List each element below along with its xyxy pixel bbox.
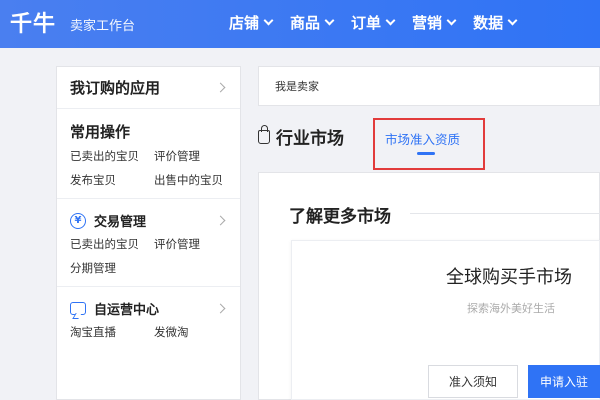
chat-bubble-icon: [70, 302, 86, 315]
section-divider: [410, 213, 600, 214]
apply-join-button[interactable]: 申请入驻: [528, 365, 600, 398]
app-subtitle: 卖家工作台: [70, 19, 136, 34]
shopping-bag-icon: [258, 124, 270, 144]
sidebar: 我订购的应用 常用操作 已卖出的宝贝 评价管理 发布宝贝 出售中的宝贝 ¥ 交易…: [56, 66, 241, 400]
chevron-right-icon: [215, 82, 226, 93]
sidebar-subscribed-apps[interactable]: 我订购的应用: [57, 67, 240, 109]
yen-circle-icon: ¥: [70, 212, 86, 229]
link-publish-item[interactable]: 发布宝贝: [70, 172, 154, 188]
market-subtitle: 探索海外美好生活: [467, 302, 555, 315]
app-logo[interactable]: 千牛: [10, 6, 56, 38]
trade-management-title[interactable]: ¥ 交易管理: [70, 211, 227, 230]
self-ops-title[interactable]: 自运营中心: [70, 299, 227, 318]
chevron-right-icon: [215, 303, 226, 314]
self-ops-section: 自运营中心 淘宝直播 发微淘: [57, 287, 240, 350]
trade-management-section: ¥ 交易管理 已卖出的宝贝 评价管理 分期管理: [57, 199, 240, 287]
nav-item-data[interactable]: 数据: [473, 12, 518, 33]
main-nav: 店铺 商品 订单 营销 数据: [229, 12, 518, 33]
link-installment-management[interactable]: 分期管理: [70, 260, 154, 276]
section-title: 了解更多市场: [289, 207, 391, 227]
common-operations-section: 常用操作 已卖出的宝贝 评价管理 发布宝贝 出售中的宝贝: [57, 109, 240, 199]
chevron-down-icon: [263, 15, 274, 26]
active-tab-indicator: [417, 152, 435, 155]
link-review-management-2[interactable]: 评价管理: [154, 236, 238, 252]
link-sold-items-2[interactable]: 已卖出的宝贝: [70, 236, 154, 252]
top-navigation-bar: 千牛 卖家工作台 店铺 商品 订单 营销 数据: [0, 0, 600, 48]
link-sold-items[interactable]: 已卖出的宝贝: [70, 148, 154, 164]
breadcrumb: 我是卖家: [258, 66, 600, 106]
link-post-weitao[interactable]: 发微淘: [154, 324, 238, 340]
admission-notice-button[interactable]: 准入须知: [428, 365, 518, 398]
nav-item-shop[interactable]: 店铺: [229, 12, 274, 33]
common-operations-title: 常用操作: [70, 123, 131, 141]
breadcrumb-item[interactable]: 我是卖家: [275, 78, 319, 94]
nav-item-orders[interactable]: 订单: [351, 12, 396, 33]
nav-item-goods[interactable]: 商品: [290, 12, 335, 33]
page-title-row: 行业市场: [258, 124, 344, 149]
link-review-management[interactable]: 评价管理: [154, 148, 238, 164]
chevron-down-icon: [385, 15, 396, 26]
link-taobao-live[interactable]: 淘宝直播: [70, 324, 154, 340]
nav-item-marketing[interactable]: 营销: [412, 12, 457, 33]
tab-market-access[interactable]: 市场准入资质: [385, 129, 460, 148]
chevron-down-icon: [324, 15, 335, 26]
page-title: 行业市场: [276, 129, 344, 149]
chevron-down-icon: [446, 15, 457, 26]
link-items-on-sale[interactable]: 出售中的宝贝: [154, 172, 238, 188]
chevron-right-icon: [215, 215, 226, 226]
chevron-down-icon: [507, 15, 518, 26]
market-title: 全球购买手市场: [446, 267, 572, 288]
